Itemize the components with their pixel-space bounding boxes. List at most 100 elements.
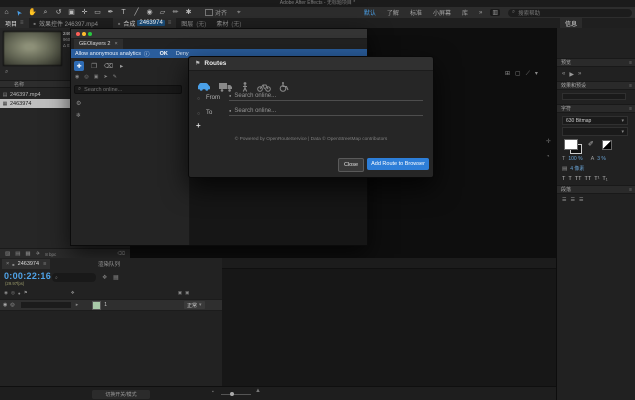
zoom-window-icon[interactable] bbox=[88, 32, 92, 36]
panel-menu-icon[interactable]: ≡ bbox=[629, 187, 632, 193]
add-route-to-browser-button[interactable]: Add Route to Browser bbox=[367, 158, 429, 170]
faux-italic-icon[interactable]: T bbox=[568, 176, 571, 182]
subscript-icon[interactable]: T₁ bbox=[602, 176, 607, 182]
pan-behind-tool-icon[interactable]: ✛ bbox=[78, 7, 91, 18]
puppet-pin-tool-icon[interactable]: ✱ bbox=[182, 7, 195, 18]
close-button[interactable]: Close bbox=[338, 158, 364, 172]
faux-bold-icon[interactable]: T bbox=[562, 176, 565, 182]
section-effects-presets[interactable]: 效果和预设 ≡ bbox=[557, 81, 635, 90]
font-size-value[interactable]: 100 % bbox=[568, 156, 582, 162]
minimize-window-icon[interactable] bbox=[82, 32, 86, 36]
panel-box-icon[interactable]: ▥ bbox=[490, 9, 500, 16]
routes-header[interactable]: ⚑ Routes bbox=[189, 57, 433, 71]
viewer-edge-icon-2[interactable]: ◔ bbox=[546, 154, 550, 160]
shape-tool-icon[interactable]: ▭ bbox=[91, 7, 104, 18]
font-family-dropdown[interactable]: 630 Bitmap ▾ bbox=[562, 116, 628, 125]
timeline-track-area[interactable] bbox=[222, 258, 562, 400]
layer-name-field[interactable] bbox=[21, 302, 71, 308]
play-icon[interactable]: ▶ bbox=[569, 71, 578, 78]
ruler-icon[interactable]: ⟋ bbox=[526, 71, 535, 77]
settings-gear-icon[interactable]: ⚙ bbox=[76, 100, 81, 107]
geolayers-tab[interactable]: GEOlayers 2 × bbox=[74, 39, 123, 49]
font-style-dropdown[interactable]: ▾ bbox=[562, 127, 628, 136]
align-right-icon[interactable]: ☰ bbox=[579, 197, 587, 203]
next-frame-icon[interactable]: » bbox=[578, 71, 585, 77]
align-center-icon[interactable]: ☰ bbox=[570, 197, 578, 203]
lock-column-icon[interactable]: ⚑ bbox=[24, 290, 28, 296]
small-caps-icon[interactable]: TT bbox=[584, 176, 591, 182]
analytics-deny-button[interactable]: Deny bbox=[176, 51, 189, 57]
timeline-layer-row[interactable]: ◉ ◎ ▸ 1 正常 ▾ bbox=[0, 299, 222, 311]
delete-icon[interactable]: ⌫ bbox=[104, 62, 113, 70]
brush-tool-icon[interactable]: ╱ bbox=[130, 7, 143, 18]
pen-tool-icon[interactable]: ✒ bbox=[104, 7, 117, 18]
stroke-width-value[interactable]: 4 像素 bbox=[570, 165, 584, 172]
workspace-tab-libraries[interactable]: 库 bbox=[462, 8, 468, 17]
modes-icon[interactable]: ▣ bbox=[185, 290, 189, 296]
marker-icon[interactable]: ❖ bbox=[71, 290, 75, 296]
tab-composition[interactable]: ■ 合成 2463974 ≡ bbox=[113, 18, 176, 28]
camera-tool-icon[interactable]: ▣ bbox=[65, 7, 78, 18]
panel-menu-icon[interactable]: ≡ bbox=[20, 20, 24, 26]
adjust-icon[interactable]: ✈ bbox=[36, 251, 41, 257]
add-layer-icon[interactable]: ✚ bbox=[74, 61, 84, 71]
layer-audio-icon[interactable]: ◎ bbox=[10, 302, 14, 308]
fill-color-swatch[interactable] bbox=[564, 139, 578, 150]
previous-frame-icon[interactable]: « bbox=[562, 71, 569, 77]
bw-swatch-icon[interactable] bbox=[602, 140, 612, 150]
workspace-overflow-icon[interactable]: » bbox=[479, 10, 482, 16]
all-caps-icon[interactable]: TT bbox=[575, 176, 582, 182]
tab-project[interactable]: 项目 ≡ bbox=[0, 18, 29, 28]
geolayers-titlebar[interactable] bbox=[71, 29, 367, 39]
zoom-slider-knob[interactable] bbox=[230, 392, 234, 396]
project-depth-label[interactable]: 8 bpc bbox=[45, 252, 56, 257]
solo-column-icon[interactable]: ● bbox=[18, 291, 21, 296]
eraser-tool-icon[interactable]: ▱ bbox=[156, 7, 169, 18]
trash-icon[interactable]: ⌫ bbox=[117, 251, 125, 257]
interpret-footage-icon[interactable]: ▨ bbox=[5, 251, 10, 257]
section-paragraph[interactable]: 段落 ≡ bbox=[557, 185, 635, 194]
region-icon[interactable]: ▢ bbox=[515, 71, 526, 77]
tab-info[interactable]: 信息 bbox=[560, 18, 582, 28]
timeline-comp-tab[interactable]: × ■ 2463974 ≡ bbox=[2, 259, 50, 269]
audio-column-icon[interactable]: ◎ bbox=[11, 290, 15, 296]
project-search-icon[interactable]: ⌕ bbox=[5, 69, 8, 76]
workspace-tab-learn[interactable]: 了解 bbox=[387, 8, 399, 17]
run-icon[interactable]: ▸ bbox=[120, 62, 123, 70]
close-icon[interactable]: × bbox=[6, 261, 9, 267]
section-preview[interactable]: 预览 ≡ bbox=[557, 58, 635, 67]
dropdown-icon[interactable]: ▾ bbox=[535, 71, 543, 77]
timeline-zoom-slider[interactable] bbox=[221, 394, 251, 395]
clone-stamp-tool-icon[interactable]: ◉ bbox=[143, 7, 156, 18]
blend-mode-dropdown[interactable]: 正常 ▾ bbox=[184, 301, 205, 309]
hand-tool-icon[interactable]: ✋ bbox=[26, 7, 39, 18]
snap-icon[interactable]: ⌖ bbox=[237, 9, 241, 17]
effects-search-input[interactable] bbox=[562, 93, 626, 100]
footage-preview-thumbnail[interactable] bbox=[3, 31, 62, 66]
zoom-in-mountain-icon[interactable]: ▲ bbox=[255, 388, 261, 394]
analytics-ok-button[interactable]: OK bbox=[160, 51, 168, 57]
toggle-switches-modes-button[interactable]: 切换开关/模式 bbox=[92, 390, 150, 399]
layer-label-chip[interactable] bbox=[92, 301, 101, 310]
new-folder-icon[interactable]: ▤ bbox=[15, 251, 20, 257]
add-stop-button[interactable]: + bbox=[196, 121, 201, 130]
timeline-ruler[interactable] bbox=[222, 258, 562, 269]
close-window-icon[interactable] bbox=[76, 32, 80, 36]
grid-icon[interactable]: ⊞ bbox=[505, 71, 515, 77]
draft-3d-icon[interactable]: ▦ bbox=[113, 274, 119, 281]
tab-footage[interactable]: 素材 (无) bbox=[211, 18, 246, 28]
current-timecode[interactable]: 0:00:22:16 bbox=[4, 271, 51, 281]
align-checkbox[interactable] bbox=[205, 9, 213, 16]
layer-visibility-icon[interactable]: ◉ bbox=[3, 302, 7, 308]
switches-icon[interactable]: ▣ bbox=[178, 290, 182, 296]
help-search-input[interactable]: ⌕ 搜索帮助 bbox=[508, 9, 632, 17]
composition-mini-flowchart-icon[interactable]: ❖ bbox=[102, 274, 107, 281]
pen-icon[interactable]: ✎ bbox=[113, 74, 117, 80]
tab-layer[interactable]: 图层 (无) bbox=[176, 18, 211, 28]
viewer-edge-icon-1[interactable]: ✛ bbox=[546, 138, 551, 145]
workspace-tab-standard[interactable]: 标准 bbox=[410, 8, 422, 17]
rect-draw-icon[interactable]: ▣ bbox=[94, 74, 99, 80]
video-column-icon[interactable]: ◉ bbox=[4, 290, 8, 296]
workspace-tab-small-screen[interactable]: 小屏幕 bbox=[433, 8, 451, 17]
info-icon[interactable]: ⓘ bbox=[144, 50, 150, 58]
